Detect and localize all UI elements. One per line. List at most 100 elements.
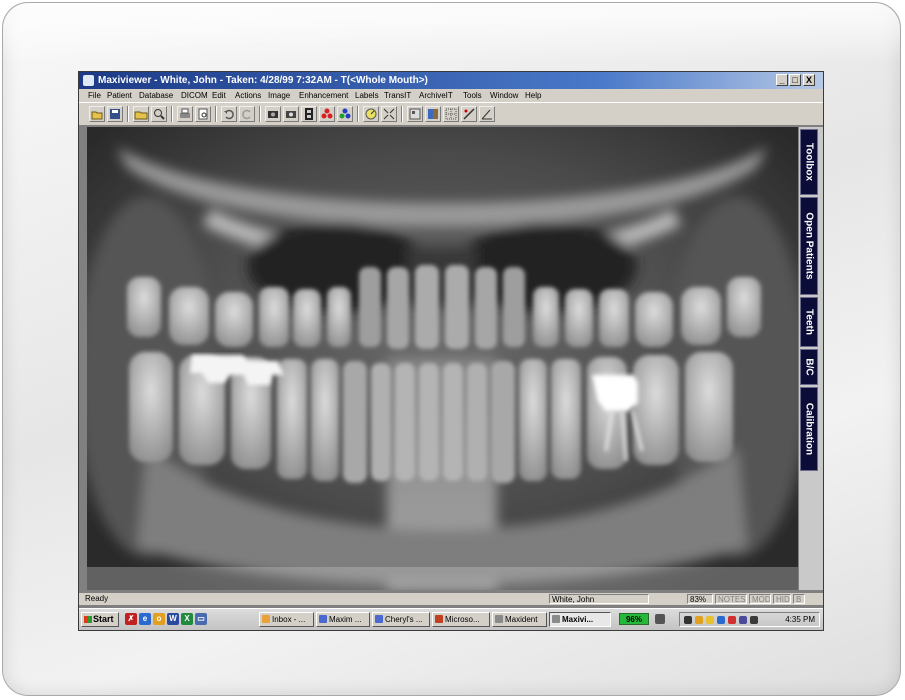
task-label: Inbox - ... <box>272 615 306 624</box>
camera-icon[interactable] <box>265 106 281 122</box>
windows-flag-icon <box>84 616 92 623</box>
task-maxident[interactable]: Maxident <box>492 612 547 627</box>
tooth-icon <box>495 615 503 623</box>
desktop-icon[interactable]: ▭ <box>195 613 207 625</box>
layout-icon[interactable] <box>407 106 423 122</box>
toolbar-separator <box>357 106 359 122</box>
print-icon[interactable] <box>177 106 193 122</box>
open-icon[interactable] <box>89 106 105 122</box>
task-maxim[interactable]: Maxim ... <box>316 612 370 627</box>
tooth-icon <box>552 615 560 623</box>
status-mod: MOD <box>749 594 771 604</box>
task-maxiviewer[interactable]: Maxivi... <box>549 612 611 627</box>
open-folder-icon[interactable] <box>133 106 149 122</box>
save-icon[interactable] <box>107 106 123 122</box>
menu-archiveit[interactable]: ArchiveIT <box>419 89 453 102</box>
clock[interactable]: 4:35 PM <box>785 613 815 627</box>
start-label: Start <box>93 614 114 624</box>
menu-edit[interactable]: Edit <box>212 89 226 102</box>
undo-icon[interactable] <box>221 106 237 122</box>
task-microsoft[interactable]: Microso... <box>432 612 490 627</box>
title-bar: Maxiviewer - White, John - Taken: 4/28/9… <box>79 72 823 89</box>
speaker-icon[interactable] <box>750 616 758 624</box>
acrobat-icon[interactable]: ✗ <box>125 613 137 625</box>
redo-icon[interactable] <box>239 106 255 122</box>
fit-icon[interactable] <box>381 106 397 122</box>
tab-calibration[interactable]: Calibration <box>800 387 818 471</box>
film-icon[interactable] <box>301 106 317 122</box>
menu-bar: File Patient Database DICOM Edit Actions… <box>79 89 823 102</box>
folder-icon[interactable] <box>706 616 714 624</box>
menu-patient[interactable]: Patient <box>107 89 132 102</box>
app-icon <box>319 615 327 623</box>
color-dots-icon[interactable] <box>337 106 353 122</box>
outlook-icon[interactable] <box>695 616 703 624</box>
color-dots-icon[interactable] <box>319 106 335 122</box>
app-icon <box>375 615 383 623</box>
display-icon[interactable] <box>739 616 747 624</box>
taskbar: Start ✗ e o W X ▭ Inbox - ... Maxim ... … <box>79 608 823 630</box>
menu-database[interactable]: Database <box>139 89 173 102</box>
alert-icon[interactable] <box>728 616 736 624</box>
outlook-icon <box>262 615 270 623</box>
menu-actions[interactable]: Actions <box>235 89 261 102</box>
status-notes: NOTES <box>715 594 747 604</box>
task-inbox[interactable]: Inbox - ... <box>259 612 314 627</box>
task-cheryls[interactable]: Cheryl's ... <box>372 612 430 627</box>
tab-teeth[interactable]: Teeth <box>800 297 818 347</box>
gauge-icon[interactable] <box>363 106 379 122</box>
outlook-icon[interactable]: o <box>153 613 165 625</box>
measure-icon[interactable] <box>461 106 477 122</box>
status-text: Ready <box>85 594 109 603</box>
task-label: Cheryl's ... <box>385 615 423 624</box>
task-label: Maxivi... <box>562 615 594 624</box>
tab-bc[interactable]: B/C <box>800 349 818 385</box>
arrows-icon[interactable] <box>684 616 692 624</box>
close-button[interactable]: X <box>803 74 815 86</box>
menu-labels[interactable]: Labels <box>355 89 379 102</box>
menu-file[interactable]: File <box>88 89 101 102</box>
menu-enhancement[interactable]: Enhancement <box>299 89 348 102</box>
toolbar-separator <box>127 106 129 122</box>
status-bar: Ready White, John 83% NOTES MOD HID B <box>79 593 823 605</box>
menu-dicom[interactable]: DICOM <box>181 89 208 102</box>
layout-icon[interactable] <box>425 106 441 122</box>
capture-icon[interactable] <box>283 106 299 122</box>
app-icon <box>83 75 94 86</box>
screen: Maxiviewer - White, John - Taken: 4/28/9… <box>78 71 824 631</box>
status-b: B <box>793 594 805 604</box>
status-patient: White, John <box>549 594 649 604</box>
menu-image[interactable]: Image <box>268 89 290 102</box>
toolbar <box>79 102 823 126</box>
film-edge <box>87 567 798 590</box>
network-icon[interactable] <box>717 616 725 624</box>
start-button[interactable]: Start <box>81 612 119 627</box>
excel-icon[interactable]: X <box>181 613 193 625</box>
status-hid: HID <box>773 594 791 604</box>
task-label: Maxident <box>505 615 538 624</box>
tab-open-patients[interactable]: Open Patients <box>800 197 818 295</box>
menu-tools[interactable]: Tools <box>463 89 482 102</box>
grid-icon[interactable] <box>443 106 459 122</box>
toolbar-separator <box>259 106 261 122</box>
menu-transit[interactable]: TransIT <box>384 89 411 102</box>
maximize-button[interactable]: □ <box>789 74 801 86</box>
toolbar-separator <box>215 106 217 122</box>
side-tab-strip: Toolbox Open Patients Teeth B/C Calibrat… <box>799 127 823 590</box>
window-title: Maxiviewer - White, John - Taken: 4/28/9… <box>98 75 428 86</box>
ie-icon[interactable]: e <box>139 613 151 625</box>
battery-indicator[interactable]: 96% <box>619 613 649 625</box>
zoom-icon[interactable] <box>151 106 167 122</box>
word-icon[interactable]: W <box>167 613 179 625</box>
angle-icon[interactable] <box>479 106 495 122</box>
menu-window[interactable]: Window <box>490 89 518 102</box>
plug-icon[interactable] <box>655 614 665 624</box>
app-icon <box>435 615 443 623</box>
tab-toolbox[interactable]: Toolbox <box>800 129 818 195</box>
task-label: Maxim ... <box>329 615 362 624</box>
menu-help[interactable]: Help <box>525 89 541 102</box>
panoramic-xray-image[interactable] <box>87 127 798 590</box>
minimize-button[interactable]: _ <box>776 74 788 86</box>
xray-drawing <box>87 127 798 590</box>
print-preview-icon[interactable] <box>195 106 211 122</box>
